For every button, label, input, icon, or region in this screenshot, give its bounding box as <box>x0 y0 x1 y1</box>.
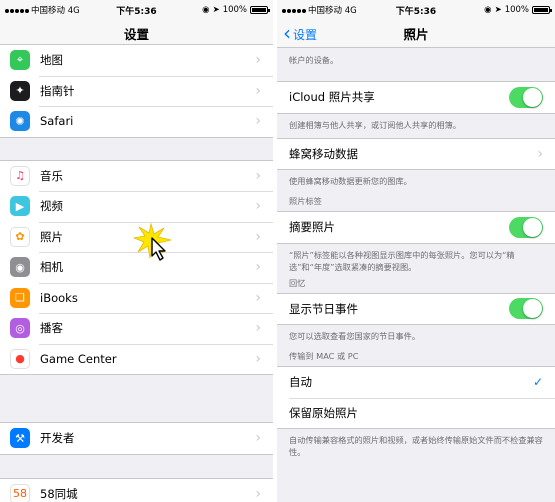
summarize-photos-label: 摘要照片 <box>289 220 335 235</box>
maps-icon: ⌖ <box>10 50 30 71</box>
photos-icon: ✿ <box>10 226 30 247</box>
settings-screen: 中国移动 4G 下午5:36 ◉ ➤ 100% 设置 ⌖ 地图 › ✦ 指南针 › ✺ Safar… <box>0 0 273 502</box>
chevron-right-icon: › <box>255 113 261 130</box>
summarize-photos-toggle[interactable] <box>509 216 543 238</box>
transfer-footer: 自动传输兼容格式的照片和视频，或者始终传输原始文件而不检查兼容性。 <box>289 435 543 457</box>
battery-icon <box>250 6 270 14</box>
settings-row[interactable]: ⚒ 开发者 › <box>0 423 273 454</box>
settings-row-label: 地图 <box>40 53 63 68</box>
chevron-right-icon: › <box>255 167 261 184</box>
settings-row-label: Game Center <box>40 351 117 366</box>
music-icon: ♫ <box>10 165 30 186</box>
show-holiday-events-label: 显示节日事件 <box>289 301 358 316</box>
show-holiday-events-row: 显示节日事件 <box>277 294 555 325</box>
chevron-right-icon: › <box>255 228 261 245</box>
icloud-photo-sharing-label: iCloud 照片共享 <box>289 90 375 105</box>
chevron-right-icon: › <box>255 485 261 502</box>
settings-row[interactable]: ♫ 音乐 › <box>0 161 273 192</box>
back-label: 设置 <box>293 27 318 42</box>
top-note: 帐户的设备。 <box>289 55 339 65</box>
photos-settings-screen: 中国移动 4G 下午5:36 ◉ ➤ 100% ‹ 设置 照片 帐户的设备。 iClo… <box>277 0 555 502</box>
settings-row[interactable]: ✦ 指南针 › <box>0 75 273 107</box>
cellular-data-label: 蜂窝移动数据 <box>289 146 358 161</box>
checkmark-icon: ✓ <box>532 375 543 390</box>
settings-row-label: Safari <box>40 114 74 129</box>
show-holiday-events-toggle[interactable] <box>509 298 543 320</box>
settings-row[interactable]: ● Game Center › <box>0 343 273 375</box>
settings-row[interactable]: 58 58同城 › <box>0 479 273 502</box>
page-title: 照片 <box>403 27 429 42</box>
click-burst-cursor-icon <box>133 222 172 261</box>
settings-row[interactable]: ✺ Safari › <box>0 106 273 137</box>
settings-row-label: 音乐 <box>40 168 63 183</box>
keep-originals-label: 保留原始照片 <box>289 405 358 420</box>
transfer-header: 传输到 MAC 或 PC <box>289 351 359 361</box>
ibooks-icon: ❑ <box>10 287 30 308</box>
summarize-photos-row: 摘要照片 <box>277 212 555 243</box>
settings-group-apps-2: ♫ 音乐 › ▶ 视频 › ✿ 照片 › ◉ 相机 › ❑ iBooks › ◎ 播客 › ● Game Center… <box>0 159 273 375</box>
safari-icon: ✺ <box>10 111 30 132</box>
chevron-right-icon: › <box>255 289 261 306</box>
status-bar: 中国移动 4G 下午5:36 ◉ ➤ 100% <box>277 0 555 20</box>
compass-icon: ✦ <box>10 80 30 101</box>
settings-row-label: 开发者 <box>40 431 75 446</box>
settings-row[interactable]: ◎ 播客 › <box>0 313 273 344</box>
settings-row[interactable]: ▶ 视频 › <box>0 191 273 222</box>
chevron-right-icon: › <box>255 52 261 69</box>
page-title: 设置 <box>123 27 149 42</box>
settings-row-label: 播客 <box>40 321 63 336</box>
chevron-right-icon: › <box>255 82 261 99</box>
chevron-right-icon: › <box>255 259 261 276</box>
game-center-icon: ● <box>10 348 30 369</box>
settings-group-developer: ⚒ 开发者 › <box>0 422 273 455</box>
settings-row-label: iBooks <box>40 290 78 305</box>
videos-icon: ▶ <box>10 196 30 217</box>
cellular-data-footer: 使用蜂窝移动数据更新您的图库。 <box>289 176 412 186</box>
settings-row[interactable]: ⌖ 地图 › <box>0 45 273 76</box>
cellular-data-row[interactable]: 蜂窝移动数据 › <box>277 139 555 170</box>
settings-row-label: 指南针 <box>40 83 75 98</box>
camera-icon: ◉ <box>10 257 30 278</box>
chevron-right-icon: › <box>255 350 261 367</box>
settings-row[interactable]: ❑ iBooks › <box>0 282 273 314</box>
status-bar: 中国移动 4G 下午5:36 ◉ ➤ 100% <box>0 0 273 20</box>
settings-row-label: 视频 <box>40 199 63 214</box>
app-58-icon: 58 <box>10 483 30 502</box>
photos-tab-header: 照片标签 <box>289 196 322 206</box>
developer-icon: ⚒ <box>10 428 30 449</box>
icloud-photo-sharing-toggle[interactable] <box>509 86 543 108</box>
chevron-right-icon: › <box>537 145 543 162</box>
back-button[interactable]: ‹ 设置 <box>283 20 317 48</box>
podcasts-icon: ◎ <box>10 318 30 339</box>
summarize-photos-footer: “照片”标签能以各种视图显示图库中的每张照片。您可以为“精选”和“年度”选取紧凑… <box>289 249 515 272</box>
transfer-automatic-label: 自动 <box>289 375 312 390</box>
icloud-photo-sharing-row: iCloud 照片共享 <box>277 82 555 113</box>
keep-originals-row[interactable]: 保留原始照片 <box>277 397 555 429</box>
settings-row-label: 58同城 <box>40 486 78 501</box>
battery-icon <box>532 6 552 14</box>
transfer-automatic-row[interactable]: 自动 ✓ <box>277 367 555 398</box>
settings-group-apps-1: ⌖ 地图 › ✦ 指南针 › ✺ Safari › <box>0 44 273 138</box>
chevron-right-icon: › <box>255 430 261 447</box>
chevron-right-icon: › <box>255 198 261 215</box>
chevron-right-icon: › <box>255 320 261 337</box>
status-time: 下午5:36 <box>116 6 157 17</box>
chevron-left-icon: ‹ <box>283 20 291 45</box>
status-time: 下午5:36 <box>395 6 437 17</box>
show-holiday-events-footer: 您可以选取查看您国家的节日事件。 <box>289 331 421 341</box>
memories-header: 回忆 <box>289 277 306 288</box>
icloud-photo-sharing-footer: 创建相簿与他人共享，或订阅他人共享的相簿。 <box>289 119 461 130</box>
nav-bar: ‹ 设置 照片 <box>277 20 555 48</box>
settings-group-thirdparty: 58 58同城 › <box>0 477 273 502</box>
